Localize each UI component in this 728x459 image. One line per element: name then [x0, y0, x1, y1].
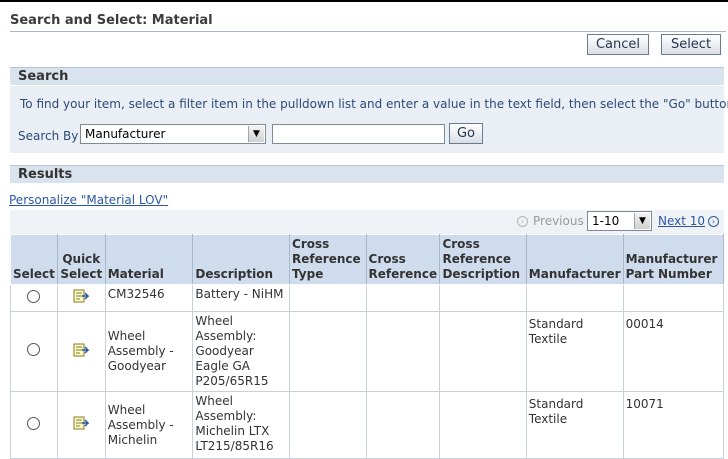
go-button[interactable]: Go [449, 123, 483, 144]
manufacturer-cell: Standard Textile [525, 311, 624, 392]
quick-select-cell [56, 391, 106, 459]
table-row: CM32546 Battery - NiHM [10, 284, 725, 312]
cross-reference-type-cell [289, 311, 367, 392]
select-cell [10, 284, 58, 312]
cross-reference-cell [365, 311, 441, 392]
description-cell: Wheel Assembly: Michelin LTX LT215/85R16 [192, 391, 291, 459]
cross-reference-type-cell [289, 284, 367, 312]
quick-select-icon[interactable] [73, 343, 91, 357]
manufacturer-cell: Standard Textile [525, 391, 624, 459]
column-header-quick-select: Quick Select [56, 234, 106, 285]
quick-select-icon[interactable] [73, 416, 91, 430]
part-number-cell: 10071 [622, 391, 725, 459]
description-cell: Wheel Assembly: Goodyear Eagle GA P205/6… [192, 311, 291, 392]
range-select[interactable]: 1-10 ▼ [587, 211, 652, 231]
part-number-cell [622, 284, 725, 312]
search-by-label: Search By [18, 129, 79, 143]
quick-select-icon[interactable] [73, 289, 91, 303]
material-cell: Wheel Assembly - Michelin [104, 391, 194, 459]
material-cell: CM32546 [104, 284, 194, 312]
cross-reference-description-cell [439, 284, 527, 312]
column-header-manufacturer-part-number: Manufacturer Part Number [622, 234, 725, 285]
select-radio[interactable] [27, 416, 41, 430]
description-cell: Battery - NiHM [192, 284, 291, 312]
page-title: Search and Select: Material [10, 13, 213, 28]
manufacturer-cell [525, 284, 624, 312]
select-radio[interactable] [27, 289, 41, 303]
search-instructions: To find your item, select a filter item … [20, 97, 728, 111]
search-by-select[interactable]: Manufacturer ▼ [80, 124, 266, 144]
cross-reference-cell [365, 284, 441, 312]
cross-reference-description-cell [439, 391, 527, 459]
search-section-header: Search [10, 67, 724, 85]
window-top-border [0, 0, 728, 2]
column-header-description: Description [192, 234, 291, 285]
column-header-material: Material [104, 234, 194, 285]
part-number-cell: 00014 [622, 311, 725, 392]
quick-select-cell [56, 284, 106, 312]
table-header-row: Select Quick Select Material Description… [10, 234, 725, 285]
column-header-cross-reference-type: Cross Reference Type [289, 234, 367, 285]
cross-reference-cell [365, 391, 441, 459]
title-divider [10, 31, 726, 32]
table-row: Wheel Assembly - Michelin Wheel Assembly… [10, 391, 725, 459]
quick-select-cell [56, 311, 106, 392]
previous-link: Previous [533, 214, 584, 228]
cross-reference-type-cell [289, 391, 367, 459]
previous-arrow-icon: ‹ [517, 216, 528, 227]
results-table: Select Quick Select Material Description… [10, 234, 725, 459]
chevron-down-icon: ▼ [248, 126, 264, 142]
search-by-value: Manufacturer [85, 127, 166, 141]
column-header-manufacturer: Manufacturer [525, 234, 624, 285]
select-cell [10, 311, 58, 392]
next-link[interactable]: Next 10 [658, 214, 705, 228]
cancel-button[interactable]: Cancel [587, 34, 649, 55]
column-header-select: Select [10, 234, 58, 285]
search-text-input[interactable] [272, 124, 445, 144]
range-value: 1-10 [592, 214, 620, 228]
column-header-cross-reference-description: Cross Reference Description [439, 234, 527, 285]
column-header-cross-reference: Cross Reference [365, 234, 441, 285]
next-arrow-icon[interactable]: › [708, 216, 719, 227]
select-cell [10, 391, 58, 459]
cross-reference-description-cell [439, 311, 527, 392]
select-radio[interactable] [27, 343, 41, 356]
select-button[interactable]: Select [661, 34, 721, 55]
chevron-down-icon: ▼ [634, 213, 650, 229]
results-section-header: Results [10, 165, 724, 183]
material-cell: Wheel Assembly - Goodyear [104, 311, 194, 392]
table-row: Wheel Assembly - Goodyear Wheel Assembly… [10, 311, 725, 392]
personalize-link[interactable]: Personalize "Material LOV" [9, 193, 168, 207]
